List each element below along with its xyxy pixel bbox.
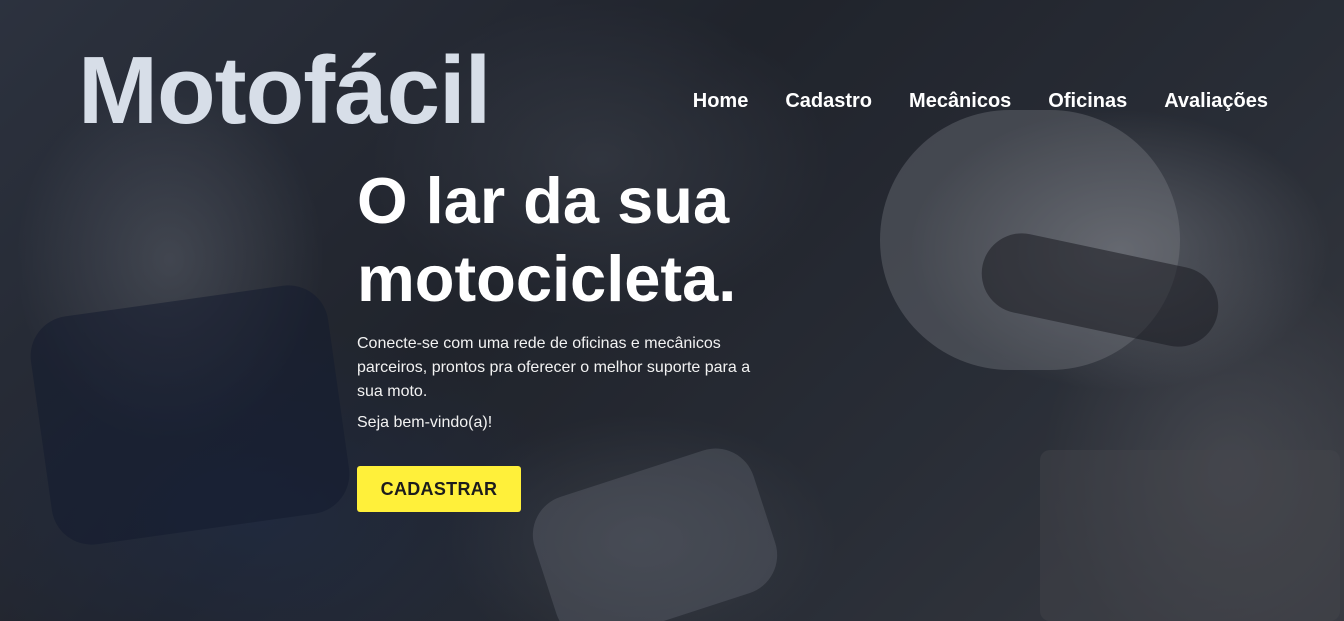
hero-description: Conecte-se com uma rede de oficinas e me…: [357, 335, 751, 400]
cadastrar-button[interactable]: CADASTRAR: [357, 466, 521, 512]
nav-item-oficinas[interactable]: Oficinas: [1048, 88, 1127, 114]
site-header: Motofácil Home Cadastro Mecânicos Oficin…: [0, 0, 1344, 150]
main-nav: Home Cadastro Mecânicos Oficinas Avaliaç…: [693, 88, 1268, 114]
hero-content: O lar da sua motocicleta. Conecte-se com…: [357, 162, 777, 434]
hero-section: Motofácil Home Cadastro Mecânicos Oficin…: [0, 0, 1344, 621]
hero-headline: O lar da sua motocicleta.: [357, 164, 737, 315]
nav-item-home[interactable]: Home: [693, 88, 749, 114]
logo[interactable]: Motofácil: [78, 36, 491, 146]
nav-item-mecanicos[interactable]: Mecânicos: [909, 88, 1011, 114]
nav-item-cadastro[interactable]: Cadastro: [785, 88, 872, 114]
nav-item-avaliacoes[interactable]: Avaliações: [1164, 88, 1268, 114]
hero-welcome: Seja bem-vindo(a)!: [357, 414, 493, 431]
